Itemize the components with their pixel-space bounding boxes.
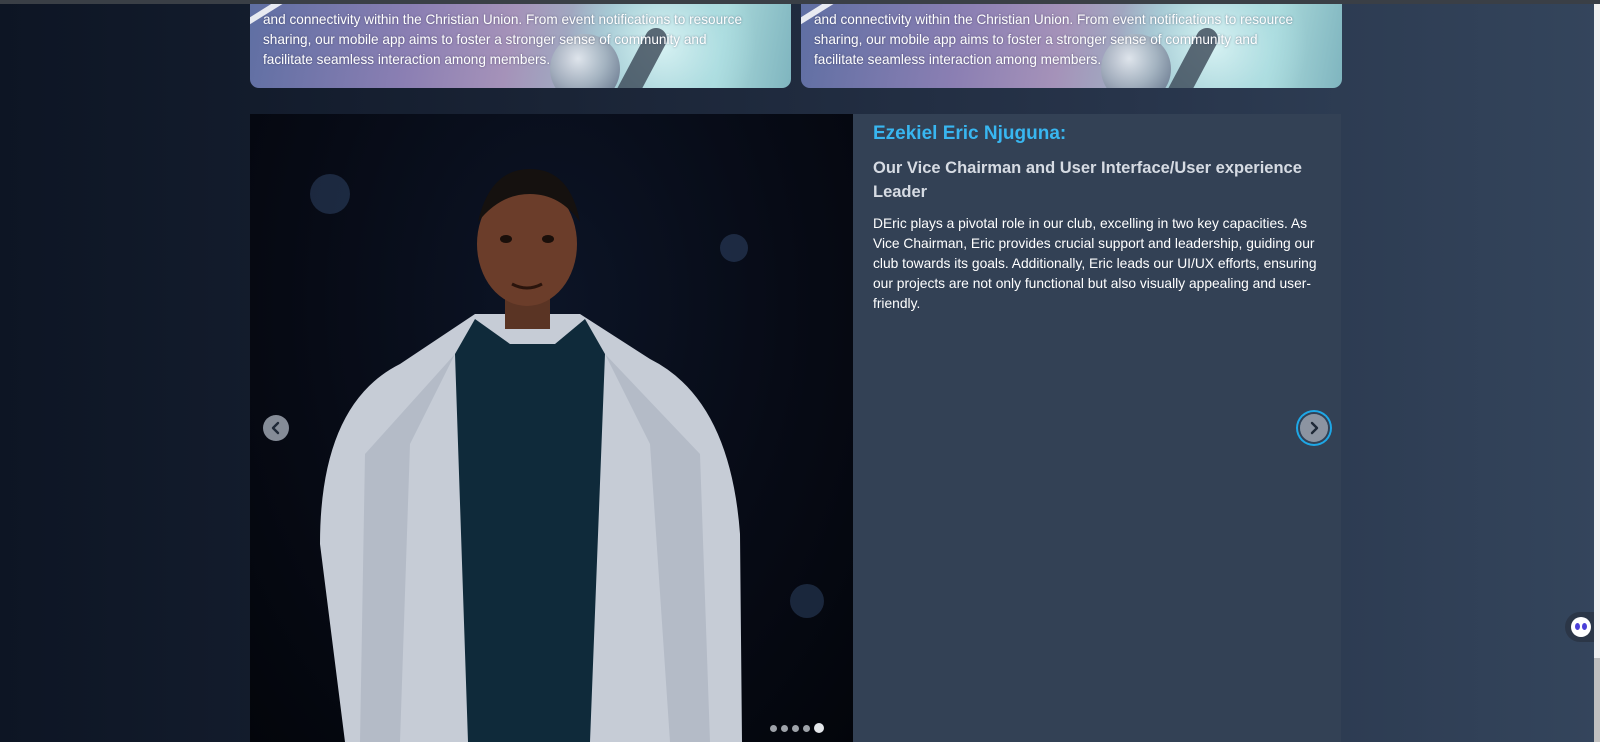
carousel-indicator[interactable]: [781, 724, 788, 732]
carousel-prev-button[interactable]: [263, 415, 289, 441]
carousel-indicator[interactable]: [770, 724, 777, 732]
carousel-indicator-active[interactable]: [814, 723, 824, 733]
photo-bokeh: [790, 584, 824, 618]
card-description: and connectivity within the Christian Un…: [263, 10, 778, 70]
leader-role: Our Vice Chairman and User Interface/Use…: [873, 159, 1302, 201]
chat-assistant-icon: [1571, 617, 1591, 637]
leader-info: Ezekiel Eric Njuguna: Our Vice Chairman …: [873, 122, 1333, 314]
project-card[interactable]: and connectivity within the Christian Un…: [801, 4, 1342, 88]
leader-photo: [250, 114, 853, 742]
carousel-indicator[interactable]: [803, 724, 810, 732]
card-description-line: and connectivity within the Christian Un…: [814, 12, 1294, 27]
card-description-line: facilitate seamless interaction among me…: [263, 52, 551, 67]
card-description: and connectivity within the Christian Un…: [814, 10, 1329, 70]
carousel-next-button[interactable]: [1300, 414, 1328, 442]
card-description-line: and connectivity within the Christian Un…: [263, 12, 743, 27]
card-description-line: sharing, our mobile app aims to foster a…: [814, 32, 1258, 47]
photo-bokeh: [720, 234, 748, 262]
leader-profile-carousel: Ezekiel Eric Njuguna: Our Vice Chairman …: [250, 114, 1341, 742]
carousel-indicator[interactable]: [792, 724, 799, 732]
scrollbar-track[interactable]: [1594, 4, 1600, 742]
scrollbar-thumb[interactable]: [1594, 658, 1600, 742]
project-card[interactable]: and connectivity within the Christian Un…: [250, 4, 791, 88]
photo-bokeh: [310, 174, 350, 214]
browser-top-border: [0, 0, 1600, 4]
card-description-line: sharing, our mobile app aims to foster a…: [263, 32, 707, 47]
chevron-left-icon: [271, 421, 280, 435]
chevron-right-icon: [1310, 421, 1319, 435]
card-description-line: facilitate seamless interaction among me…: [814, 52, 1102, 67]
leader-name: Ezekiel Eric Njuguna:: [873, 123, 1067, 144]
leader-bio: DEric plays a pivotal role in our club, …: [873, 216, 1317, 311]
carousel-indicators: [770, 723, 824, 733]
